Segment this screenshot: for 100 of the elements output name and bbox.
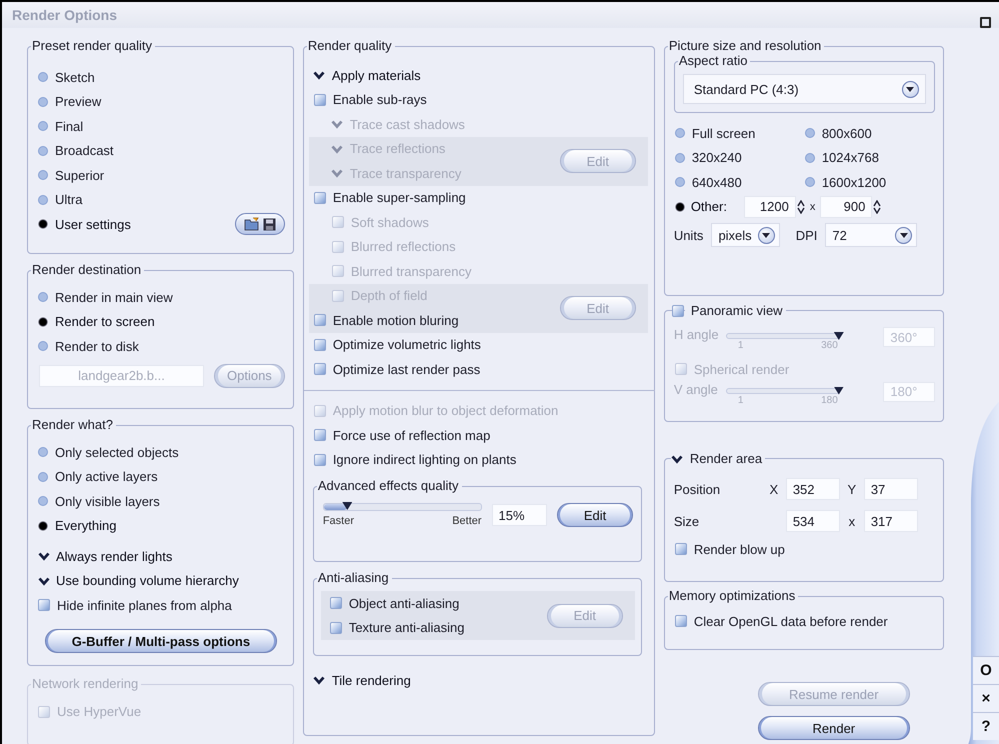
units-label: Units xyxy=(674,228,704,243)
radio-button[interactable] xyxy=(674,202,685,212)
slider-max-label: Better xyxy=(452,515,482,527)
render-button[interactable]: Render xyxy=(758,716,910,740)
group-title: Preset render quality xyxy=(31,38,155,54)
radio-button[interactable] xyxy=(804,128,815,138)
radio-button[interactable] xyxy=(38,520,48,531)
angle-label: H angle xyxy=(674,327,718,343)
checkbox[interactable] xyxy=(314,429,326,442)
checkbox[interactable] xyxy=(314,94,326,106)
group-title: Memory optimizations xyxy=(668,588,798,604)
checkbox-label: Blurred transparency xyxy=(350,264,472,279)
size-label: Size xyxy=(674,514,700,528)
dpi-dropdown[interactable]: 72 xyxy=(825,223,918,248)
group-title: Advanced effects quality xyxy=(316,478,462,494)
radio-button[interactable] xyxy=(38,316,48,327)
radio-label: Broadcast xyxy=(55,143,114,158)
radio-label: 1024x768 xyxy=(822,150,879,166)
radio-button[interactable] xyxy=(38,146,48,156)
checkbox[interactable] xyxy=(314,192,326,204)
group-title: Network rendering xyxy=(31,676,142,692)
checkbox[interactable] xyxy=(330,597,342,610)
checkbox[interactable] xyxy=(314,338,326,351)
angle-label: V angle xyxy=(674,382,718,398)
radio-button[interactable] xyxy=(38,219,48,230)
checkbox-label: Render blow up xyxy=(694,542,785,557)
radio-button[interactable] xyxy=(674,128,685,138)
checkbox-label: Optimize last render pass xyxy=(332,362,480,377)
checkbox[interactable] xyxy=(674,543,687,556)
checkbox[interactable] xyxy=(330,622,342,634)
radio-label: Only selected objects xyxy=(55,444,179,460)
radio-label: Only visible layers xyxy=(55,494,160,509)
checkbox-label: Tile rendering xyxy=(332,672,411,688)
radio-label: Other: xyxy=(690,199,728,214)
radio-label: Superior xyxy=(55,168,104,183)
width-field[interactable]: 534 xyxy=(786,510,840,532)
radio-label: Sketch xyxy=(55,70,95,85)
radio-button[interactable] xyxy=(38,447,48,458)
percent-field[interactable]: 15% xyxy=(492,504,548,526)
checkbox-label: Apply materials xyxy=(332,68,421,83)
group-title: Aspect ratio xyxy=(678,53,750,69)
slider-min-label: 1 xyxy=(738,394,744,406)
checkbox-label: Enable sub-rays xyxy=(332,92,427,108)
checkbox-label: Ignore indirect lighting on plants xyxy=(332,452,516,468)
radio-label: Render to screen xyxy=(55,314,155,330)
folder-icon[interactable] xyxy=(244,217,260,232)
square-icon[interactable] xyxy=(980,16,991,28)
edit-button[interactable]: Edit xyxy=(557,503,633,527)
radio-button[interactable] xyxy=(804,152,815,163)
side-button[interactable]: × xyxy=(973,684,999,712)
radio-label: Final xyxy=(55,118,84,134)
g-buffer-button[interactable]: G-Buffer / Multi-pass options xyxy=(44,629,277,654)
aspect-ratio-dropdown[interactable]: Standard PC (4:3) xyxy=(682,74,926,104)
checkbox[interactable] xyxy=(314,363,326,376)
x-field[interactable]: 352 xyxy=(786,478,840,500)
radio-button[interactable] xyxy=(804,177,815,188)
radio-button[interactable] xyxy=(38,96,48,107)
checkbox-label: Trace reflections xyxy=(350,141,446,156)
checkbox[interactable] xyxy=(674,615,687,628)
checkbox-label: Optimize volumetric lights xyxy=(332,337,481,352)
radio-button[interactable] xyxy=(38,170,48,180)
spinner-icon[interactable] xyxy=(796,200,805,214)
radio-button[interactable] xyxy=(38,121,48,132)
side-button[interactable]: ? xyxy=(973,712,999,740)
radio-button[interactable] xyxy=(674,177,685,188)
height-field[interactable]: 900 xyxy=(820,196,872,218)
radio-label: Render to disk xyxy=(55,338,139,354)
radio-label: 320x240 xyxy=(692,150,742,166)
radio-button[interactable] xyxy=(38,194,48,205)
checkbox[interactable] xyxy=(314,454,326,466)
checkbox[interactable] xyxy=(38,599,50,612)
group-title: Anti-aliasing xyxy=(316,570,392,586)
checkbox-label: Spherical render xyxy=(694,362,790,377)
radio-button[interactable] xyxy=(38,341,48,352)
slider-max-label: 360 xyxy=(821,340,838,351)
radio-label: Everything xyxy=(55,518,116,534)
window-title: Render Options xyxy=(12,7,118,23)
slider[interactable] xyxy=(322,503,482,511)
checkbox-label: Use bounding volume hierarchy xyxy=(56,573,239,588)
checkbox-label: Depth of field xyxy=(350,288,428,304)
checkbox[interactable] xyxy=(312,69,326,82)
checkbox-label: Object anti-aliasing xyxy=(348,596,460,611)
radio-button[interactable] xyxy=(674,152,685,163)
width-field[interactable]: 1200 xyxy=(744,196,796,218)
checkbox[interactable] xyxy=(314,314,326,326)
y-label: Y xyxy=(846,482,858,496)
height-field[interactable]: 317 xyxy=(864,510,918,532)
units-dropdown[interactable]: pixels xyxy=(711,223,780,248)
checkbox-label: Texture anti-aliasing xyxy=(348,620,464,636)
checkbox[interactable] xyxy=(37,550,50,562)
spinner-icon[interactable] xyxy=(873,200,882,214)
side-button[interactable]: O xyxy=(973,656,999,684)
radio-button[interactable] xyxy=(38,472,48,482)
radio-button[interactable] xyxy=(38,72,48,82)
radio-button[interactable] xyxy=(38,292,48,302)
radio-label: Ultra xyxy=(55,192,82,208)
dpi-label: DPI xyxy=(796,228,818,243)
y-field[interactable]: 37 xyxy=(864,478,918,500)
radio-button[interactable] xyxy=(38,496,48,506)
checkbox[interactable] xyxy=(312,674,326,686)
